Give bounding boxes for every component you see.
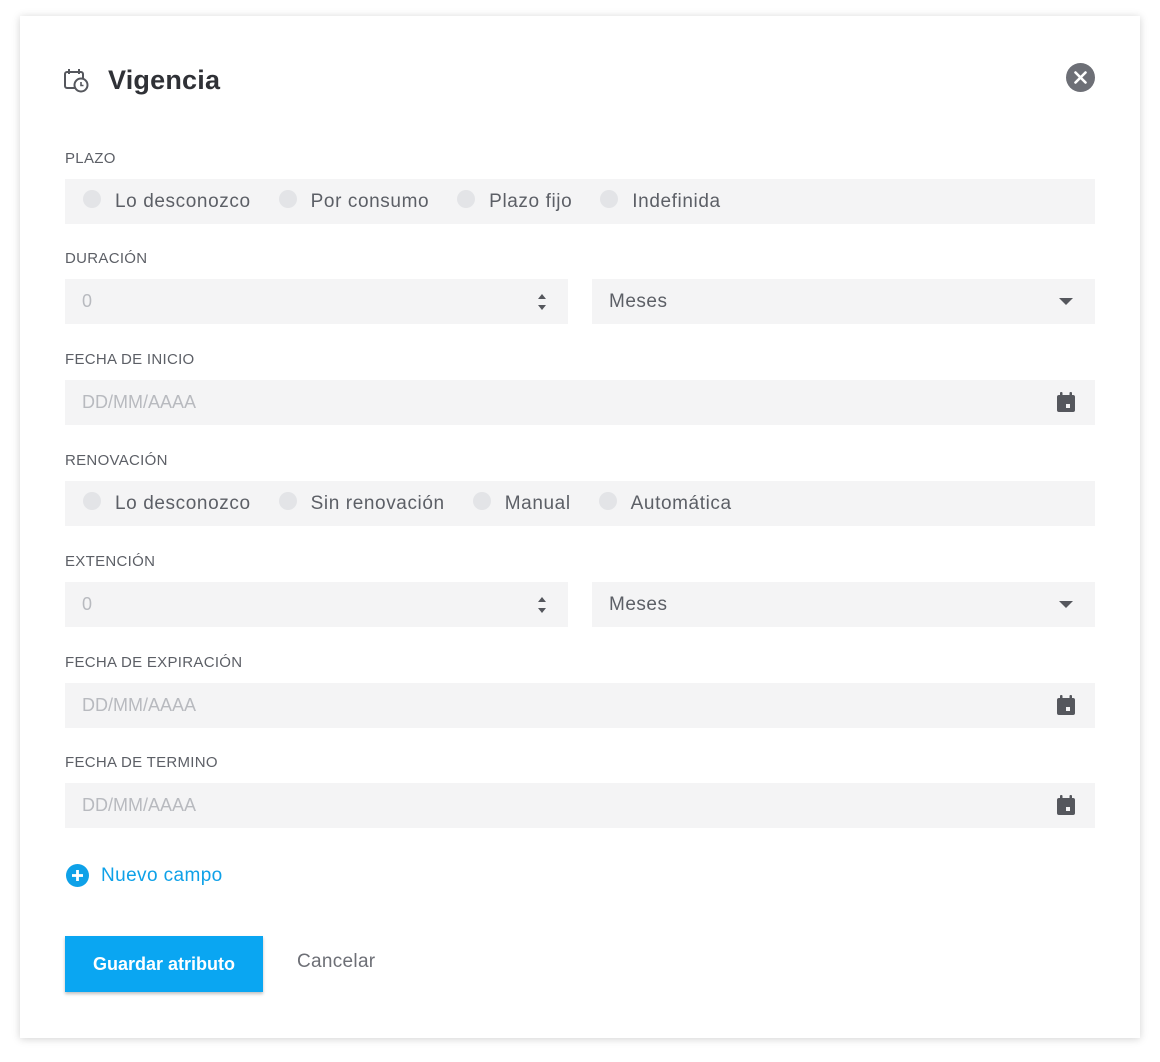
- radio-label: Plazo fijo: [489, 190, 573, 212]
- extencion-number-value: 0: [82, 594, 93, 614]
- radio-button[interactable]: [600, 189, 619, 208]
- vigencia-dialog: Vigencia PLAZO Lo desconozco Por consumo…: [20, 16, 1140, 1038]
- calendar-icon[interactable]: [1056, 392, 1076, 413]
- fecha-termino-label: FECHA DE TERMINO: [65, 754, 218, 771]
- radio-label: Manual: [504, 492, 571, 514]
- renovacion-label: RENOVACIÓN: [65, 452, 168, 469]
- renovacion-option-desconozco[interactable]: Lo desconozco: [83, 491, 251, 515]
- radio-label: Lo desconozco: [115, 492, 251, 514]
- fecha-inicio-placeholder: DD/MM/AAAA: [82, 392, 197, 412]
- duracion-number-value: 0: [82, 291, 93, 311]
- extencion-label: EXTENCIÓN: [65, 553, 156, 570]
- radio-button[interactable]: [598, 491, 617, 510]
- duracion-unit-select[interactable]: Meses: [592, 279, 1095, 324]
- renovacion-option-manual[interactable]: Manual: [472, 491, 571, 515]
- dialog-title: Vigencia: [108, 64, 221, 95]
- radio-button[interactable]: [83, 189, 101, 208]
- fecha-inicio-label: FECHA DE INICIO: [65, 351, 195, 368]
- radio-button[interactable]: [472, 491, 491, 510]
- plazo-option-por-consumo[interactable]: Por consumo: [278, 189, 430, 213]
- dialog-header: Vigencia: [62, 60, 220, 100]
- chevron-down-icon: [1059, 298, 1073, 305]
- plazo-option-plazo-fijo[interactable]: Plazo fijo: [457, 189, 573, 213]
- fecha-expiracion-placeholder: DD/MM/AAAA: [82, 695, 197, 715]
- save-attribute-button[interactable]: Guardar atributo: [65, 936, 263, 992]
- radio-button[interactable]: [278, 189, 297, 208]
- calendar-icon[interactable]: [1056, 795, 1076, 816]
- fecha-termino-input[interactable]: DD/MM/AAAA: [65, 783, 1095, 828]
- plazo-option-indefinida[interactable]: Indefinida: [600, 189, 721, 213]
- close-icon: [1074, 71, 1087, 84]
- radio-label: Por consumo: [310, 190, 430, 212]
- extencion-number-input[interactable]: 0: [65, 582, 568, 627]
- radio-button[interactable]: [457, 189, 476, 208]
- add-field-link[interactable]: Nuevo campo: [66, 864, 223, 887]
- cancel-button[interactable]: Cancelar: [297, 951, 375, 973]
- duracion-label: DURACIÓN: [65, 250, 148, 267]
- radio-label: Automática: [630, 492, 732, 514]
- renovacion-option-sin-renovacion[interactable]: Sin renovación: [278, 491, 445, 515]
- fecha-inicio-input[interactable]: DD/MM/AAAA: [65, 380, 1095, 425]
- renovacion-radio-group: Lo desconozco Sin renovación Manual Auto…: [65, 481, 1095, 526]
- fecha-expiracion-label: FECHA DE EXPIRACIÓN: [65, 654, 243, 671]
- calendar-clock-icon: [62, 66, 90, 94]
- plazo-option-desconozco[interactable]: Lo desconozco: [83, 189, 251, 213]
- duracion-unit-value: Meses: [609, 290, 668, 312]
- add-field-label: Nuevo campo: [101, 864, 223, 886]
- radio-label: Sin renovación: [310, 492, 445, 514]
- fecha-termino-placeholder: DD/MM/AAAA: [82, 795, 197, 815]
- plazo-radio-group: Lo desconozco Por consumo Plazo fijo Ind…: [65, 179, 1095, 224]
- renovacion-option-automatica[interactable]: Automática: [598, 491, 732, 515]
- radio-label: Indefinida: [632, 190, 721, 212]
- radio-button[interactable]: [278, 491, 297, 510]
- plus-circle-icon: [66, 864, 89, 887]
- stepper-icon[interactable]: [536, 290, 548, 314]
- calendar-icon[interactable]: [1056, 695, 1076, 716]
- duracion-number-input[interactable]: 0: [65, 279, 568, 324]
- fecha-expiracion-input[interactable]: DD/MM/AAAA: [65, 683, 1095, 728]
- extencion-unit-select[interactable]: Meses: [592, 582, 1095, 627]
- radio-button[interactable]: [83, 491, 101, 510]
- extencion-unit-value: Meses: [609, 593, 668, 615]
- plazo-label: PLAZO: [65, 150, 116, 167]
- stepper-icon[interactable]: [536, 593, 548, 617]
- radio-label: Lo desconozco: [115, 190, 251, 212]
- chevron-down-icon: [1059, 601, 1073, 608]
- close-button[interactable]: [1066, 63, 1095, 92]
